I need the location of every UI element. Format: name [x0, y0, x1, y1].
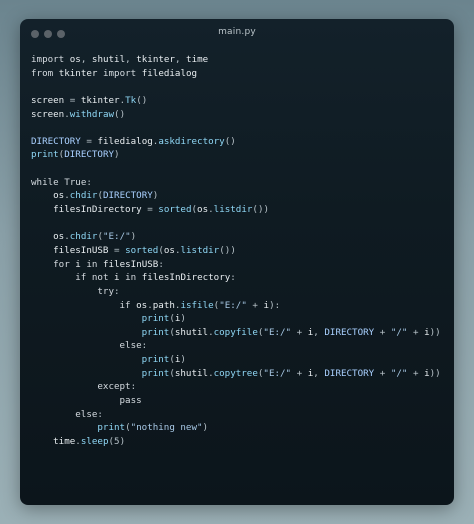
code-line: for i in filesInUSB:: [53, 258, 164, 270]
code-line: while True:: [31, 176, 92, 188]
code-line: print(i): [141, 313, 186, 325]
code-line: if os.path.isfile("E:/" + i):: [119, 299, 281, 311]
code-line: print(i): [141, 354, 186, 366]
code-line: if not i in filesInDirectory:: [75, 272, 236, 284]
code-line: print("nothing new"): [97, 422, 209, 434]
code-line: pass: [119, 395, 142, 407]
code-line: try:: [97, 285, 120, 297]
code-line: from tkinter import filedialog: [31, 67, 198, 79]
code-line: print(shutil.copyfile("E:/" + i, DIRECTO…: [141, 326, 441, 338]
code-line: except:: [97, 381, 137, 393]
code-line: screen.withdraw(): [31, 108, 126, 120]
code-line: ​: [31, 217, 441, 231]
code-line: ​: [31, 162, 441, 176]
code-line: os.chdir(DIRECTORY): [53, 190, 159, 202]
code-line: time.sleep(5): [53, 435, 126, 447]
code-line: os.chdir("E:/"): [53, 231, 137, 243]
code-line: filesInDirectory = sorted(os.listdir()): [53, 204, 270, 216]
code-line: print(DIRECTORY): [31, 149, 120, 161]
code-window: main.py import os, shutil, tkinter, time…: [20, 19, 454, 505]
window-title: main.py: [218, 27, 256, 37]
code-line: screen = tkinter.Tk(): [31, 94, 148, 106]
code-line: else:: [119, 340, 148, 352]
code-line: import os, shutil, tkinter, time: [31, 54, 209, 65]
code-line: print(shutil.copytree("E:/" + i, DIRECTO…: [141, 367, 441, 379]
code-line: ​: [31, 121, 441, 135]
code-line: ​: [31, 80, 441, 94]
code-line: else:: [75, 408, 103, 420]
code-block: import os, shutil, tkinter, time from tki…: [31, 53, 441, 449]
window-titlebar: main.py: [20, 19, 454, 49]
code-line: filesInUSB = sorted(os.listdir()): [53, 244, 236, 256]
code-line: DIRECTORY = filedialog.askdirectory(): [31, 135, 236, 147]
